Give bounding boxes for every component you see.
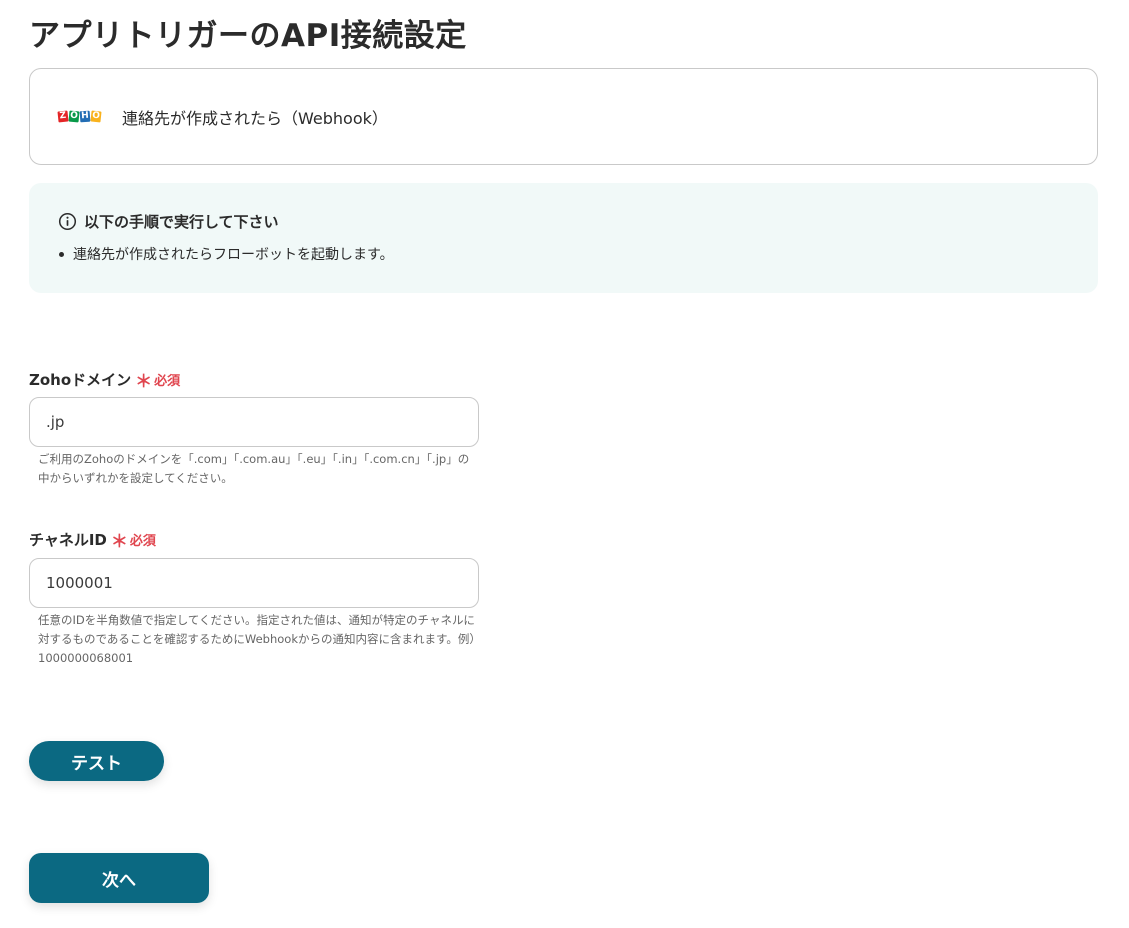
required-text: 必須: [129, 534, 156, 549]
required-asterisk-icon: ＊: [110, 532, 128, 552]
info-list-item: 連絡先が作成されたらフローボットを起動します。: [58, 244, 1098, 264]
zoho-logo-letter: O: [90, 110, 102, 123]
info-heading-text: 以下の手順で実行して下さい: [84, 213, 279, 231]
page-title: アプリトリガーのAPI接続設定: [29, 18, 467, 54]
info-list: 連絡先が作成されたらフローボットを起動します。: [58, 244, 1098, 264]
info-heading: 以下の手順で実行して下さい: [58, 211, 1098, 232]
domain-input[interactable]: [29, 397, 479, 447]
zoho-logo-letter: Z: [57, 110, 69, 123]
required-text: 必須: [154, 374, 181, 389]
required-asterisk-icon: ＊: [135, 372, 153, 392]
channel-id-input[interactable]: [29, 558, 479, 608]
trigger-label: 連絡先が作成されたら（Webhook）: [122, 108, 388, 128]
domain-label-text: Zohoドメイン: [29, 371, 132, 389]
info-list-item-text: 連絡先が作成されたらフローボットを起動します。: [73, 247, 394, 263]
channel-id-label-text: チャネルID: [29, 531, 107, 549]
info-circle-icon: [58, 212, 77, 231]
bullet-icon: [59, 251, 64, 257]
zoho-logo-letter: O: [68, 110, 80, 123]
domain-label: Zohoドメイン ＊ 必須: [29, 367, 180, 392]
channel-id-help-text: 任意のIDを半角数値で指定してください。指定された値は、通知が特定のチャネルに対…: [38, 613, 476, 665]
trigger-card: Z O H O 連絡先が作成されたら（Webhook）: [29, 68, 1098, 165]
info-box: 以下の手順で実行して下さい 連絡先が作成されたらフローボットを起動します。: [29, 183, 1098, 293]
domain-help-text: ご利用のZohoのドメインを「.com」「.com.au」「.eu」「.in」「…: [38, 452, 470, 485]
test-button[interactable]: テスト: [29, 741, 164, 781]
next-button[interactable]: 次へ: [29, 853, 209, 903]
zoho-logo-letter: H: [79, 110, 91, 123]
zoho-logo: Z O H O: [57, 109, 102, 125]
channel-id-label: チャネルID ＊ 必須: [29, 527, 156, 552]
